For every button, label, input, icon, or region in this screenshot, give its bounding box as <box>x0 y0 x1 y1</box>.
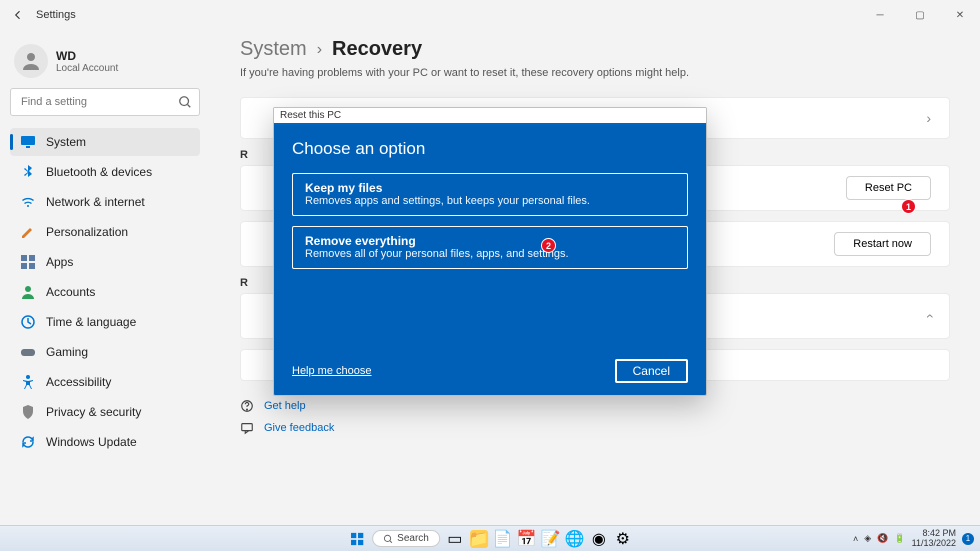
wifi-icon[interactable]: ◈ <box>864 533 871 544</box>
help-me-choose-link[interactable]: Help me choose <box>292 365 372 377</box>
close-button[interactable]: ✕ <box>940 0 980 30</box>
chrome-icon[interactable]: ◉ <box>590 530 608 548</box>
reset-dialog: Reset this PC Choose an option Keep my f… <box>273 107 707 396</box>
back-button[interactable] <box>8 5 28 25</box>
taskbar-search[interactable]: Search <box>372 530 440 547</box>
page-subtitle: If you're having problems with your PC o… <box>240 67 950 79</box>
sidebar-item-privacy-security[interactable]: Privacy & security <box>10 398 200 426</box>
sidebar-item-gaming[interactable]: Gaming <box>10 338 200 366</box>
sidebar-item-windows-update[interactable]: Windows Update <box>10 428 200 456</box>
explorer-icon[interactable]: 📁 <box>470 530 488 548</box>
edge-icon[interactable]: 🌐 <box>566 530 584 548</box>
shield-icon <box>20 404 36 420</box>
sidebar-item-time-language[interactable]: Time & language <box>10 308 200 336</box>
task-view-icon[interactable]: ▭ <box>446 530 464 548</box>
sidebar-item-label: Network & internet <box>46 195 145 209</box>
profile-sub: Local Account <box>56 63 118 74</box>
profile[interactable]: WD Local Account <box>10 38 200 88</box>
app-icon[interactable]: 📅 <box>518 530 536 548</box>
settings-icon[interactable]: ⚙ <box>614 530 632 548</box>
cancel-button[interactable]: Cancel <box>615 359 688 383</box>
chevron-up-icon: › <box>921 314 937 319</box>
breadcrumb-parent[interactable]: System <box>240 38 307 61</box>
minimize-button[interactable]: ─ <box>860 0 900 30</box>
notification-badge[interactable]: 1 <box>962 533 974 545</box>
sidebar-item-label: Gaming <box>46 345 88 359</box>
avatar <box>14 44 48 78</box>
maximize-button[interactable]: ▢ <box>900 0 940 30</box>
annotation-2: 2 <box>541 238 556 253</box>
sidebar-item-system[interactable]: System <box>10 128 200 156</box>
bluetooth-icon <box>20 164 36 180</box>
option-keep-files[interactable]: Keep my files Removes apps and settings,… <box>292 173 688 216</box>
sidebar-item-label: Accessibility <box>46 375 111 389</box>
game-icon <box>20 344 36 360</box>
sidebar-item-accounts[interactable]: Accounts <box>10 278 200 306</box>
brush-icon <box>20 224 36 240</box>
start-button[interactable] <box>348 530 366 548</box>
restart-now-button[interactable]: Restart now <box>834 232 931 256</box>
sidebar-item-label: Time & language <box>46 315 136 329</box>
sidebar-item-label: System <box>46 135 86 149</box>
update-icon <box>20 434 36 450</box>
sidebar-item-accessibility[interactable]: Accessibility <box>10 368 200 396</box>
window-title: Settings <box>36 9 76 21</box>
profile-name: WD <box>56 49 118 63</box>
sidebar-item-label: Apps <box>46 255 73 269</box>
taskbar: Search ▭ 📁 📄 📅 📝 🌐 ◉ ⚙ ˄ ◈ 🔇 🔋 8:42 PM 1… <box>0 525 980 551</box>
monitor-icon <box>20 134 36 150</box>
dialog-title: Reset this PC <box>274 108 706 125</box>
app-icon[interactable]: 📄 <box>494 530 512 548</box>
app-icon[interactable]: 📝 <box>542 530 560 548</box>
tray-chevron-icon[interactable]: ˄ <box>853 534 858 544</box>
sidebar-item-label: Bluetooth & devices <box>46 165 152 179</box>
sidebar-item-personalization[interactable]: Personalization <box>10 218 200 246</box>
annotation-1: 1 <box>901 199 916 214</box>
get-help-link[interactable]: Get help <box>240 395 950 417</box>
sidebar-item-apps[interactable]: Apps <box>10 248 200 276</box>
search-input[interactable] <box>10 88 200 116</box>
sidebar-item-label: Privacy & security <box>46 405 141 419</box>
clock[interactable]: 8:42 PM 11/13/2022 <box>912 529 956 549</box>
search-icon <box>178 95 192 109</box>
chevron-right-icon: › <box>317 41 322 59</box>
sidebar-item-label: Accounts <box>46 285 95 299</box>
apps-icon <box>20 254 36 270</box>
accessibility-icon <box>20 374 36 390</box>
clock-icon <box>20 314 36 330</box>
page-title: Recovery <box>332 38 422 61</box>
sidebar-item-label: Windows Update <box>46 435 137 449</box>
dialog-heading: Choose an option <box>292 139 688 159</box>
sidebar-item-label: Personalization <box>46 225 128 239</box>
battery-icon[interactable]: 🔋 <box>894 533 905 544</box>
user-icon <box>20 284 36 300</box>
breadcrumb: System › Recovery <box>240 38 950 61</box>
wifi-icon <box>20 194 36 210</box>
sidebar-item-bluetooth-devices[interactable]: Bluetooth & devices <box>10 158 200 186</box>
sidebar-item-network-internet[interactable]: Network & internet <box>10 188 200 216</box>
reset-pc-button[interactable]: Reset PC <box>846 176 931 200</box>
option-remove-everything[interactable]: Remove everything Removes all of your pe… <box>292 226 688 269</box>
volume-icon[interactable]: 🔇 <box>877 533 888 544</box>
chevron-right-icon: › <box>926 110 931 126</box>
give-feedback-link[interactable]: Give feedback <box>240 417 950 439</box>
